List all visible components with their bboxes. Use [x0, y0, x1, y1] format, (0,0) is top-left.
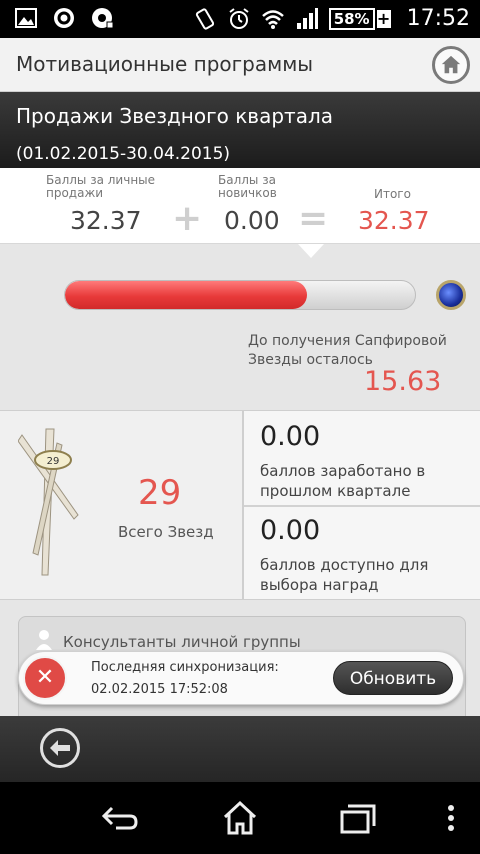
total-points-label: Итого: [374, 187, 411, 201]
home-icon: [441, 55, 461, 74]
home-button[interactable]: [432, 46, 470, 84]
sync-datetime: 02.02.2015 17:52:08: [91, 682, 228, 697]
program-title: Продажи Звездного квартала: [16, 104, 333, 128]
sync-label: Последняя синхронизация:: [91, 660, 279, 675]
personal-points-label-line2: продажи: [46, 186, 104, 200]
available-label: баллов доступно для выбора наград: [260, 556, 429, 594]
total-stars-value: 29: [138, 473, 182, 513]
last-quarter-value: 0.00: [260, 421, 321, 452]
app-title: Мотивационные программы: [16, 52, 314, 76]
system-nav-bar: [0, 782, 480, 854]
star-wand-icon: 29: [18, 428, 79, 576]
last-quarter-label: баллов заработано в прошлом квартале: [260, 462, 426, 500]
progress-bar: [64, 280, 416, 310]
nav-menu-icon[interactable]: [446, 800, 456, 836]
remaining-label: До получения Сапфировой Звезды осталось: [248, 333, 447, 368]
signal-icon: [296, 7, 318, 29]
charging-icon: +: [376, 8, 391, 28]
sapphire-star-icon: [436, 280, 466, 310]
stars-details-panel: 0.00 баллов заработано в прошлом квартал…: [242, 411, 480, 599]
back-button[interactable]: [40, 728, 80, 768]
status-bar: 58% + 17:52: [0, 0, 480, 38]
status-clock: 17:52: [406, 6, 470, 31]
main-panel: Баллы за личные продажи 32.37 + Баллы за…: [0, 168, 480, 726]
progress-fill: [65, 281, 307, 309]
newbie-points-label: Баллы за новичков: [218, 174, 277, 200]
consultants-title: Консультанты личной группы: [63, 633, 301, 651]
close-icon[interactable]: ✕: [23, 656, 67, 700]
points-summary: Баллы за личные продажи 32.37 + Баллы за…: [0, 168, 480, 244]
refresh-button[interactable]: Обновить: [333, 661, 453, 695]
stars-divider: [244, 505, 480, 507]
nav-recents-icon[interactable]: [340, 800, 378, 836]
remaining-value: 15.63: [364, 366, 442, 397]
personal-points-label: Баллы за личные продажи: [46, 174, 155, 200]
back-arrow-icon: [50, 740, 70, 756]
program-dates: (01.02.2015-30.04.2015): [16, 144, 231, 164]
plus-sign: +: [172, 198, 203, 239]
image-icon: [15, 8, 37, 28]
app-bottom-bar: [0, 716, 480, 782]
stars-section: 29 29 Всего Звезд 0.00 баллов заработано…: [0, 410, 480, 600]
newbie-points-label-line2: новичков: [218, 186, 277, 200]
total-points-value: 32.37: [358, 206, 430, 235]
app-circle-icon: [54, 8, 74, 28]
pointer-arrow: [298, 244, 324, 258]
vibrate-icon: [195, 7, 214, 30]
media-icon: [92, 8, 114, 29]
nav-home-icon[interactable]: [222, 800, 258, 836]
nav-back-icon[interactable]: [102, 800, 140, 836]
equals-sign: =: [298, 198, 329, 239]
total-stars-label: Всего Звезд: [118, 523, 214, 541]
person-icon: [36, 630, 52, 650]
program-header: Продажи Звездного квартала (01.02.2015-3…: [0, 92, 480, 168]
app-bar: Мотивационные программы: [0, 38, 480, 92]
sync-toast: ✕ Последняя синхронизация: 02.02.2015 17…: [18, 651, 464, 705]
star-badge-number: 29: [47, 456, 60, 467]
battery-icon: 58% +: [328, 7, 391, 30]
available-value: 0.00: [260, 515, 321, 546]
stars-total-panel: 29 29 Всего Звезд: [0, 411, 242, 599]
newbie-points-value: 0.00: [224, 206, 280, 235]
battery-percent: 58%: [328, 7, 375, 30]
alarm-icon: [229, 7, 249, 29]
wifi-icon: [261, 9, 284, 29]
personal-points-value: 32.37: [70, 206, 142, 235]
